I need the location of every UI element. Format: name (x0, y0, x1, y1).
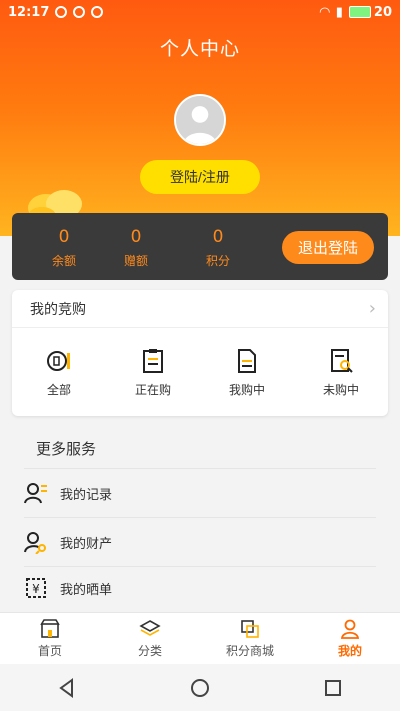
tab-points-mall[interactable]: 积分商城 (200, 613, 300, 664)
account-summary: 0 余额 0 赠额 0 积分 退出登陆 (12, 213, 388, 280)
exchange-icon (241, 620, 259, 638)
avatar[interactable] (174, 94, 226, 146)
gift-stat[interactable]: 0 赠额 (106, 227, 166, 269)
tab-mine[interactable]: 我的 (300, 613, 400, 664)
services-title: 更多服务 (36, 440, 97, 458)
my-bids-header[interactable]: 我的竞购 › (12, 290, 388, 328)
balance-value: 0 (58, 227, 70, 247)
points-value: 0 (212, 227, 224, 247)
user-icon (340, 619, 360, 639)
tab-category[interactable]: 分类 (100, 613, 200, 664)
yuan-receipt-icon: ¥ (26, 578, 46, 598)
home-icon[interactable] (189, 677, 211, 699)
status-time: 12:17 (8, 4, 50, 20)
bid-item-won[interactable]: 我购中 (200, 328, 294, 416)
tab-label: 积分商城 (225, 644, 274, 658)
points-label: 积分 (205, 254, 230, 268)
gift-value: 0 (130, 227, 142, 247)
app-icon (91, 6, 104, 18)
battery-level: 20 (373, 4, 392, 20)
signal-icon: ▮ (335, 4, 343, 20)
wifi-icon: ◠ (319, 4, 330, 20)
clipboard-icon (143, 348, 163, 373)
svg-text:¥: ¥ (32, 582, 40, 596)
notification-icon (55, 6, 68, 18)
balance-label: 余额 (51, 254, 76, 268)
points-stat[interactable]: 0 积分 (188, 227, 248, 269)
logout-button[interactable]: 退出登陆 (282, 231, 374, 264)
tab-label: 首页 (37, 644, 62, 658)
service-assets[interactable]: 我的财产 (24, 518, 376, 566)
service-label: 我的晒单 (60, 582, 113, 598)
shop-icon (40, 619, 60, 638)
service-showcase[interactable]: ¥ 我的晒单 (24, 564, 376, 612)
user-key-icon (24, 532, 46, 554)
bid-item-label: 未购中 (322, 382, 359, 397)
bid-item-label: 我购中 (228, 382, 265, 397)
gift-label: 赠额 (123, 254, 148, 268)
tab-label: 分类 (137, 644, 162, 658)
bid-item-all[interactable]: 全部 (12, 328, 106, 416)
login-register-button[interactable]: 登陆/注册 (140, 160, 260, 194)
layers-icon (139, 620, 161, 636)
tab-label: 我的 (337, 644, 362, 658)
chevron-right-icon: › (368, 298, 376, 319)
bid-item-lost[interactable]: 未购中 (294, 328, 388, 416)
default-avatar-icon (176, 96, 224, 144)
search-document-icon (331, 348, 353, 373)
recents-icon[interactable] (322, 677, 344, 699)
my-bids-card: 我的竞购 › 全部 正在购 我购中 未购中 (12, 290, 388, 416)
bid-item-buying[interactable]: 正在购 (106, 328, 200, 416)
balance-stat[interactable]: 0 余额 (34, 227, 94, 269)
service-label: 我的财产 (60, 536, 113, 552)
document-icon (238, 348, 256, 373)
page-title: 个人中心 (159, 38, 240, 60)
tab-home[interactable]: 首页 (0, 613, 100, 664)
service-label: 我的记录 (60, 487, 113, 503)
coin-icon (47, 350, 70, 371)
back-icon[interactable] (56, 677, 78, 699)
bid-item-label: 正在购 (134, 382, 171, 397)
bottom-tab-bar: 首页 分类 积分商城 我的 (0, 612, 400, 664)
status-bar: 12:17 ◠ ▮ 20 (0, 0, 400, 24)
check-icon (73, 6, 86, 18)
system-nav-bar (0, 664, 400, 711)
my-bids-title: 我的竞购 (30, 301, 86, 318)
service-records[interactable]: 我的记录 (24, 469, 376, 517)
battery-icon: 20 (348, 4, 392, 20)
user-list-icon (24, 483, 47, 504)
more-services: 更多服务 我的记录 我的财产 ¥ 我的晒单 (0, 426, 400, 612)
bid-item-label: 全部 (46, 382, 71, 397)
